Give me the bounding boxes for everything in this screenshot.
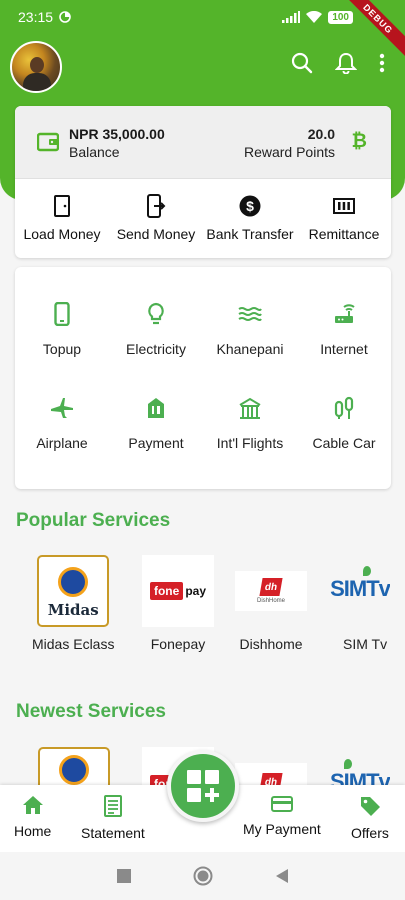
grid-plus-icon (187, 770, 219, 802)
popular-item-simtv[interactable]: SIMTv SIM Tv (330, 555, 390, 652)
header-actions (291, 52, 385, 74)
service-cable-car[interactable]: Cable Car (297, 395, 391, 451)
remittance-button[interactable]: Remittance (297, 194, 391, 242)
payment-icon (148, 398, 164, 418)
phone-icon (54, 302, 70, 326)
svg-text:$: $ (246, 198, 254, 214)
service-internet[interactable]: Internet (297, 301, 391, 357)
tag-icon (360, 797, 380, 816)
reward-points[interactable]: 20.0 Reward Points (244, 126, 335, 160)
service-khanepani[interactable]: Khanepani (203, 301, 297, 357)
wifi-icon (306, 11, 323, 23)
nav-home[interactable]: Home (14, 795, 51, 839)
home-icon (22, 796, 43, 814)
load-money-button[interactable]: Load Money (15, 194, 109, 242)
newest-services-title: Newest Services (16, 701, 166, 722)
balance-amount: NPR 35,000.00 (69, 126, 165, 142)
water-icon (238, 307, 262, 321)
simtv-logo: SIMTv (330, 566, 390, 616)
nav-statement[interactable]: Statement (81, 795, 145, 841)
service-airplane[interactable]: Airplane (15, 395, 109, 451)
newest-item-simtv[interactable]: SIMTv (330, 759, 390, 785)
battery-indicator: 100 (328, 10, 353, 24)
door-icon (54, 195, 70, 217)
nav-offers[interactable]: Offers (351, 795, 389, 841)
midas-logo: Midas (37, 555, 110, 627)
services-grid: Topup Electricity Khanepani Internet Air… (15, 301, 391, 451)
reward-value: 20.0 (307, 126, 335, 142)
dishhome-logo: dh DishHome (235, 571, 307, 611)
dollar-circle-icon: $ (239, 195, 261, 217)
bank-transfer-button[interactable]: $ Bank Transfer (203, 194, 297, 242)
wallet-icon (37, 132, 59, 152)
popular-item-midas[interactable]: Midas Midas Eclass (32, 555, 114, 652)
services-card: Topup Electricity Khanepani Internet Air… (15, 267, 391, 489)
building-icon (239, 397, 261, 419)
cash-icon (333, 198, 355, 214)
bitcoin-icon: ₿ (351, 131, 367, 152)
service-electricity[interactable]: Electricity (109, 301, 203, 357)
status-bar: 23:15 100 (0, 0, 405, 34)
quick-actions: Load Money Send Money $ Bank Transfer Re… (15, 194, 391, 242)
fonepay-logo: fone pay (142, 555, 214, 627)
send-money-button[interactable]: Send Money (109, 194, 203, 242)
service-intl-flights[interactable]: Int'l Flights (203, 395, 297, 451)
cable-car-icon (334, 396, 354, 419)
status-time: 23:15 (18, 9, 54, 25)
bulb-icon (148, 302, 164, 325)
popular-services-title: Popular Services (16, 510, 171, 531)
reward-label: Reward Points (243, 144, 335, 160)
home-circle-icon[interactable] (193, 866, 213, 886)
nav-my-payment[interactable]: My Payment (243, 795, 321, 837)
statement-icon (103, 795, 122, 817)
balance-label: Balance (69, 144, 120, 160)
balance-card: NPR 35,000.00 Balance 20.0 Reward Points… (15, 106, 391, 258)
balance-row: NPR 35,000.00 Balance 20.0 Reward Points… (15, 106, 391, 179)
service-topup[interactable]: Topup (15, 301, 109, 357)
card-icon (270, 796, 293, 812)
avatar[interactable] (10, 41, 62, 93)
search-icon[interactable] (291, 52, 313, 74)
recents-icon[interactable] (116, 869, 131, 883)
system-navigation (0, 852, 405, 900)
phone-send-icon (147, 194, 166, 218)
popular-item-fonepay[interactable]: fone pay Fonepay (142, 555, 214, 652)
bell-icon[interactable] (335, 52, 357, 74)
service-payment[interactable]: Payment (109, 395, 203, 451)
popular-item-dishhome[interactable]: dh DishHome Dishhome (235, 555, 307, 652)
data-saver-icon (59, 11, 71, 23)
fab-button[interactable] (167, 750, 239, 822)
router-icon (335, 304, 355, 323)
newest-item-midas[interactable] (38, 747, 110, 785)
back-icon[interactable] (275, 868, 289, 884)
signal-icon (282, 11, 301, 23)
newest-item-dishhome[interactable]: dh (235, 763, 307, 785)
airplane-icon (51, 398, 73, 418)
more-vert-icon[interactable] (379, 53, 385, 73)
